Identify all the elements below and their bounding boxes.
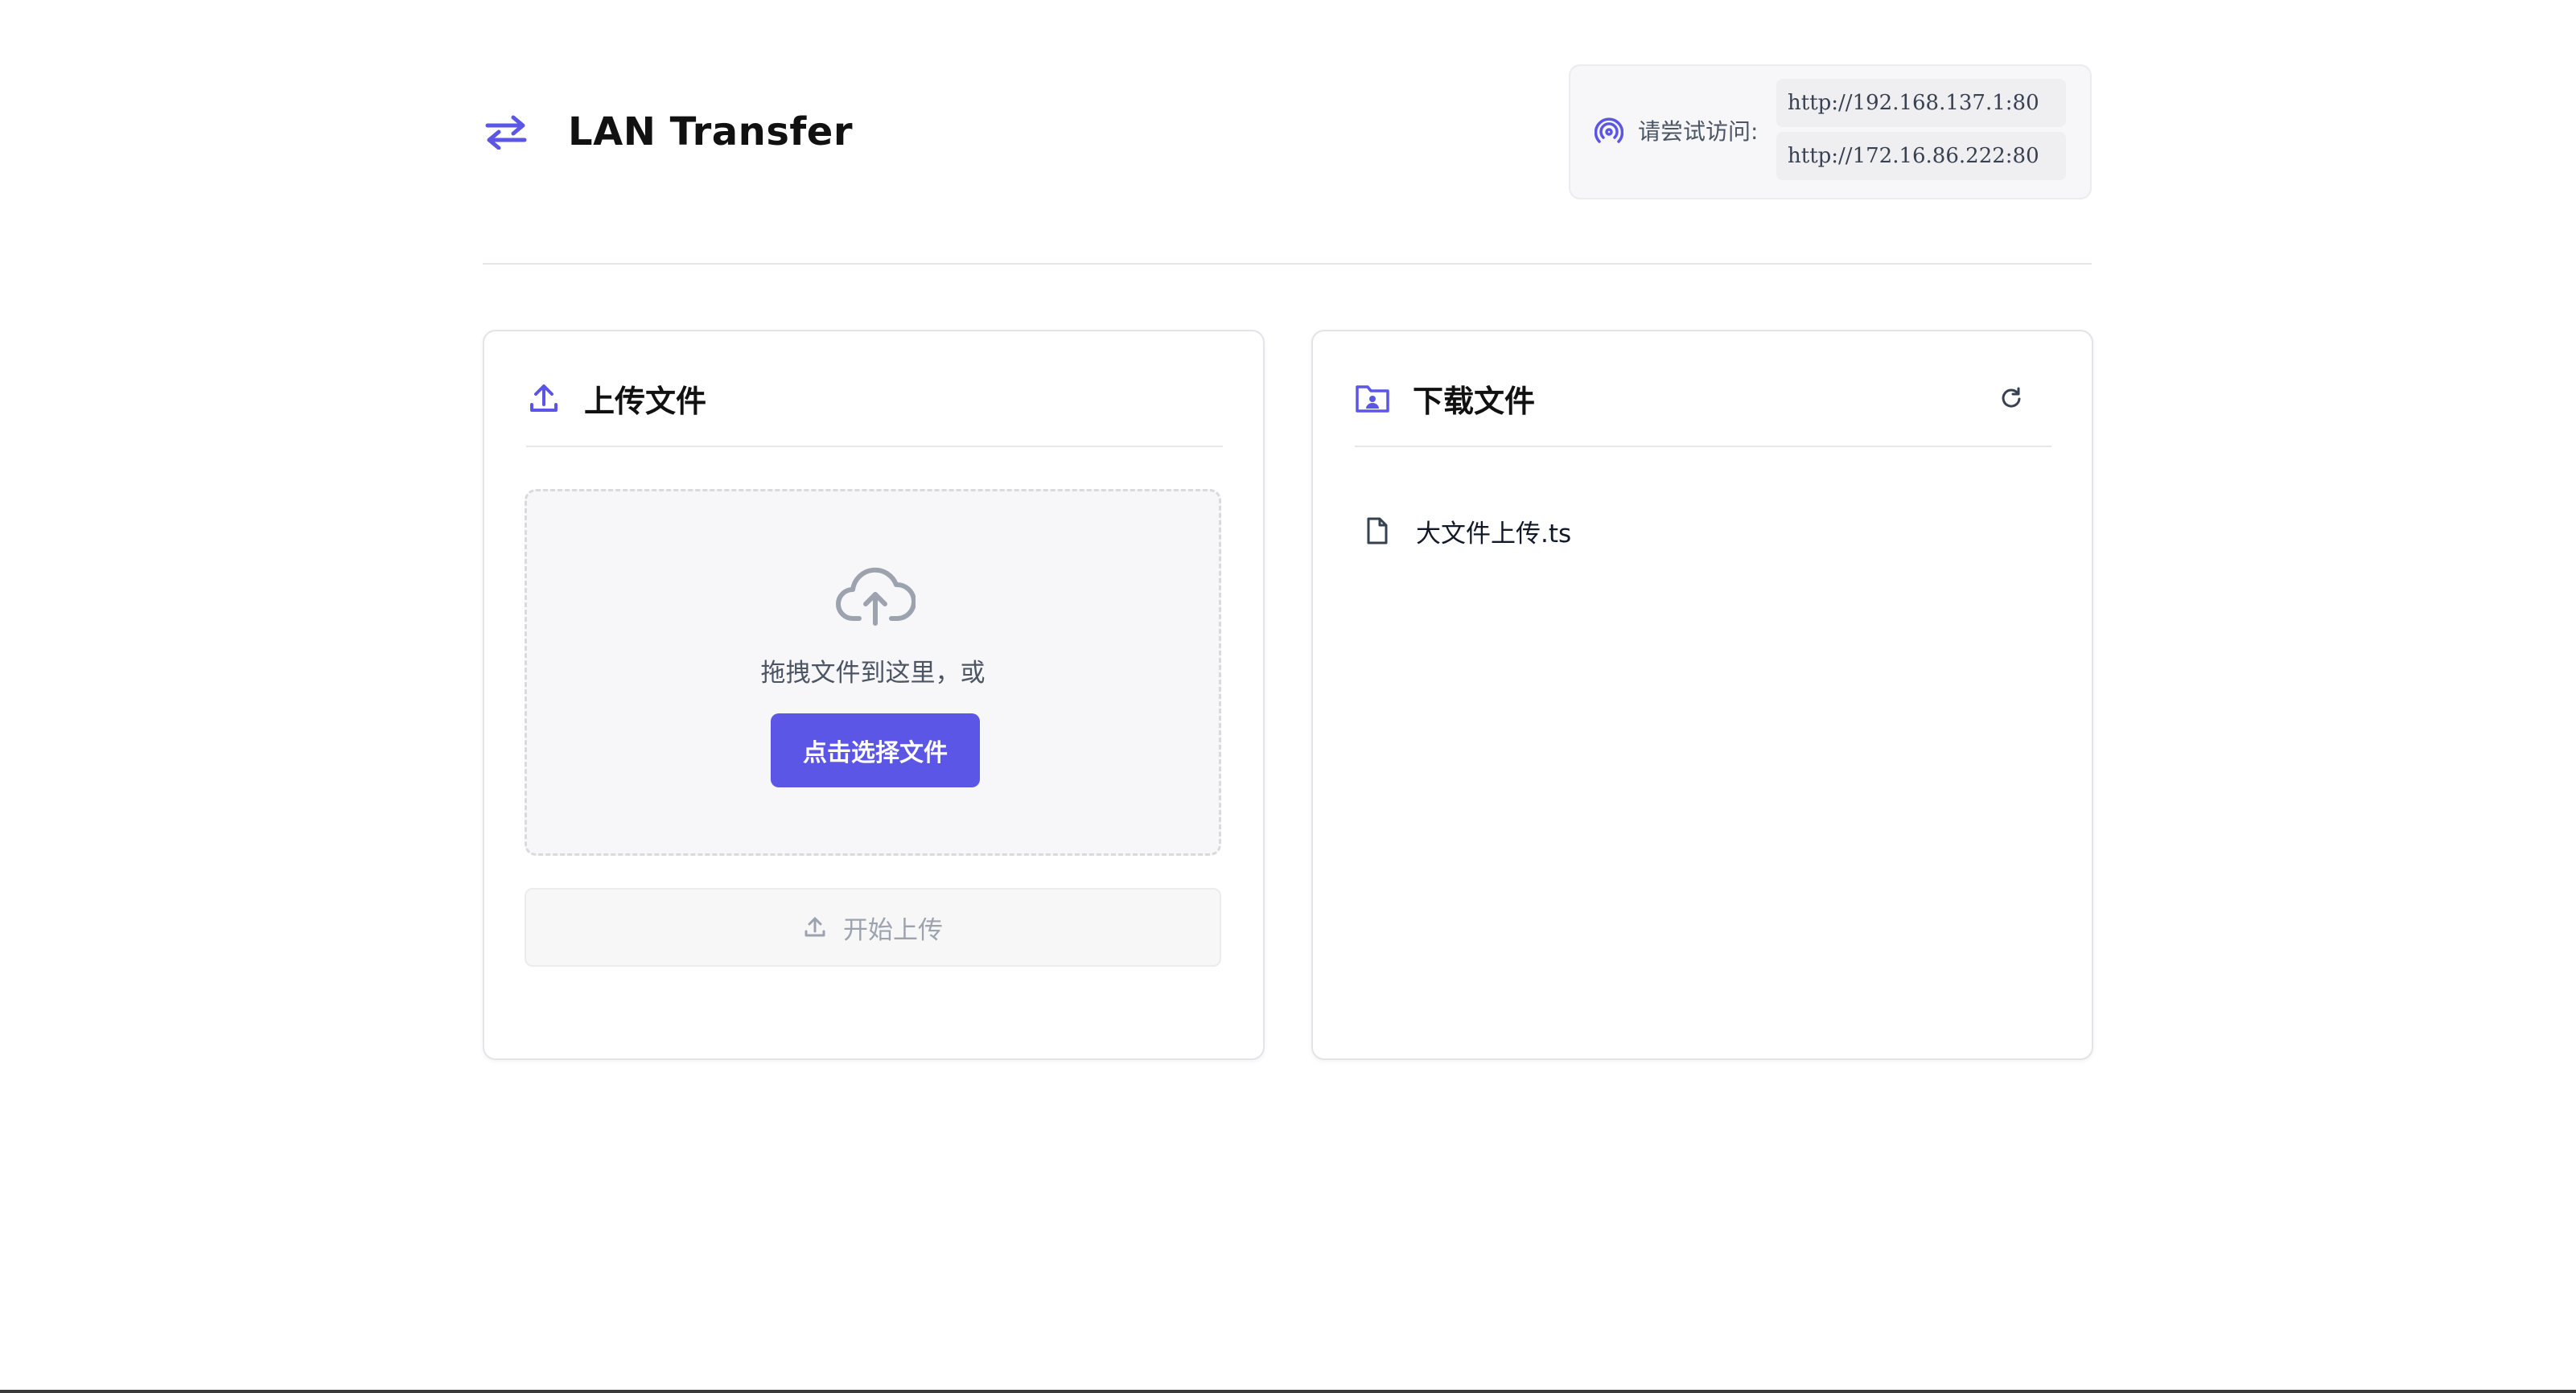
broadcast-icon [1594, 117, 1624, 146]
file-list: 大文件上传.ts [1363, 507, 2047, 555]
upload-card-header: 上传文件 [526, 372, 1223, 425]
upload-title: 上传文件 [584, 383, 707, 419]
start-upload-button[interactable]: 开始上传 [525, 888, 1221, 967]
access-address-panel: 请尝试访问: http://192.168.137.1:80 http://17… [1569, 64, 2092, 199]
upload-icon [803, 914, 829, 940]
card-divider [1355, 446, 2051, 447]
file-name[interactable]: 大文件上传.ts [1416, 513, 1571, 549]
dropzone-text: 拖拽文件到这里，或 [760, 659, 986, 688]
app-header: LAN Transfer 请尝试访问: http://192.168.137.1… [483, 64, 2092, 199]
download-card-header: 下载文件 [1355, 372, 2051, 425]
choose-file-button[interactable]: 点击选择文件 [771, 713, 980, 787]
file-dropzone[interactable]: 拖拽文件到这里，或 点击选择文件 [525, 489, 1221, 856]
card-divider [526, 446, 1223, 447]
cloud-upload-icon [835, 565, 916, 627]
window-bottom-edge [0, 1390, 2576, 1393]
brand: LAN Transfer [483, 105, 853, 159]
folder-user-icon [1355, 380, 1390, 416]
header-divider [483, 263, 2092, 265]
start-upload-label: 开始上传 [843, 915, 943, 945]
upload-icon [526, 380, 562, 416]
access-label: 请尝试访问: [1638, 118, 1759, 145]
upload-card: 上传文件 拖拽文件到这里，或 点击选择文件 开始上传 [483, 330, 1265, 1060]
refresh-icon[interactable] [1997, 383, 2026, 412]
app-title: LAN Transfer [568, 109, 853, 154]
access-url[interactable]: http://192.168.137.1:80 [1776, 79, 2066, 127]
list-item[interactable]: 大文件上传.ts [1363, 507, 2047, 555]
file-icon [1363, 515, 1392, 547]
download-title: 下载文件 [1413, 383, 1536, 419]
download-card: 下载文件 大文件上传.ts [1311, 330, 2093, 1060]
swap-arrows-icon [483, 109, 529, 155]
access-url[interactable]: http://172.16.86.222:80 [1776, 132, 2066, 180]
